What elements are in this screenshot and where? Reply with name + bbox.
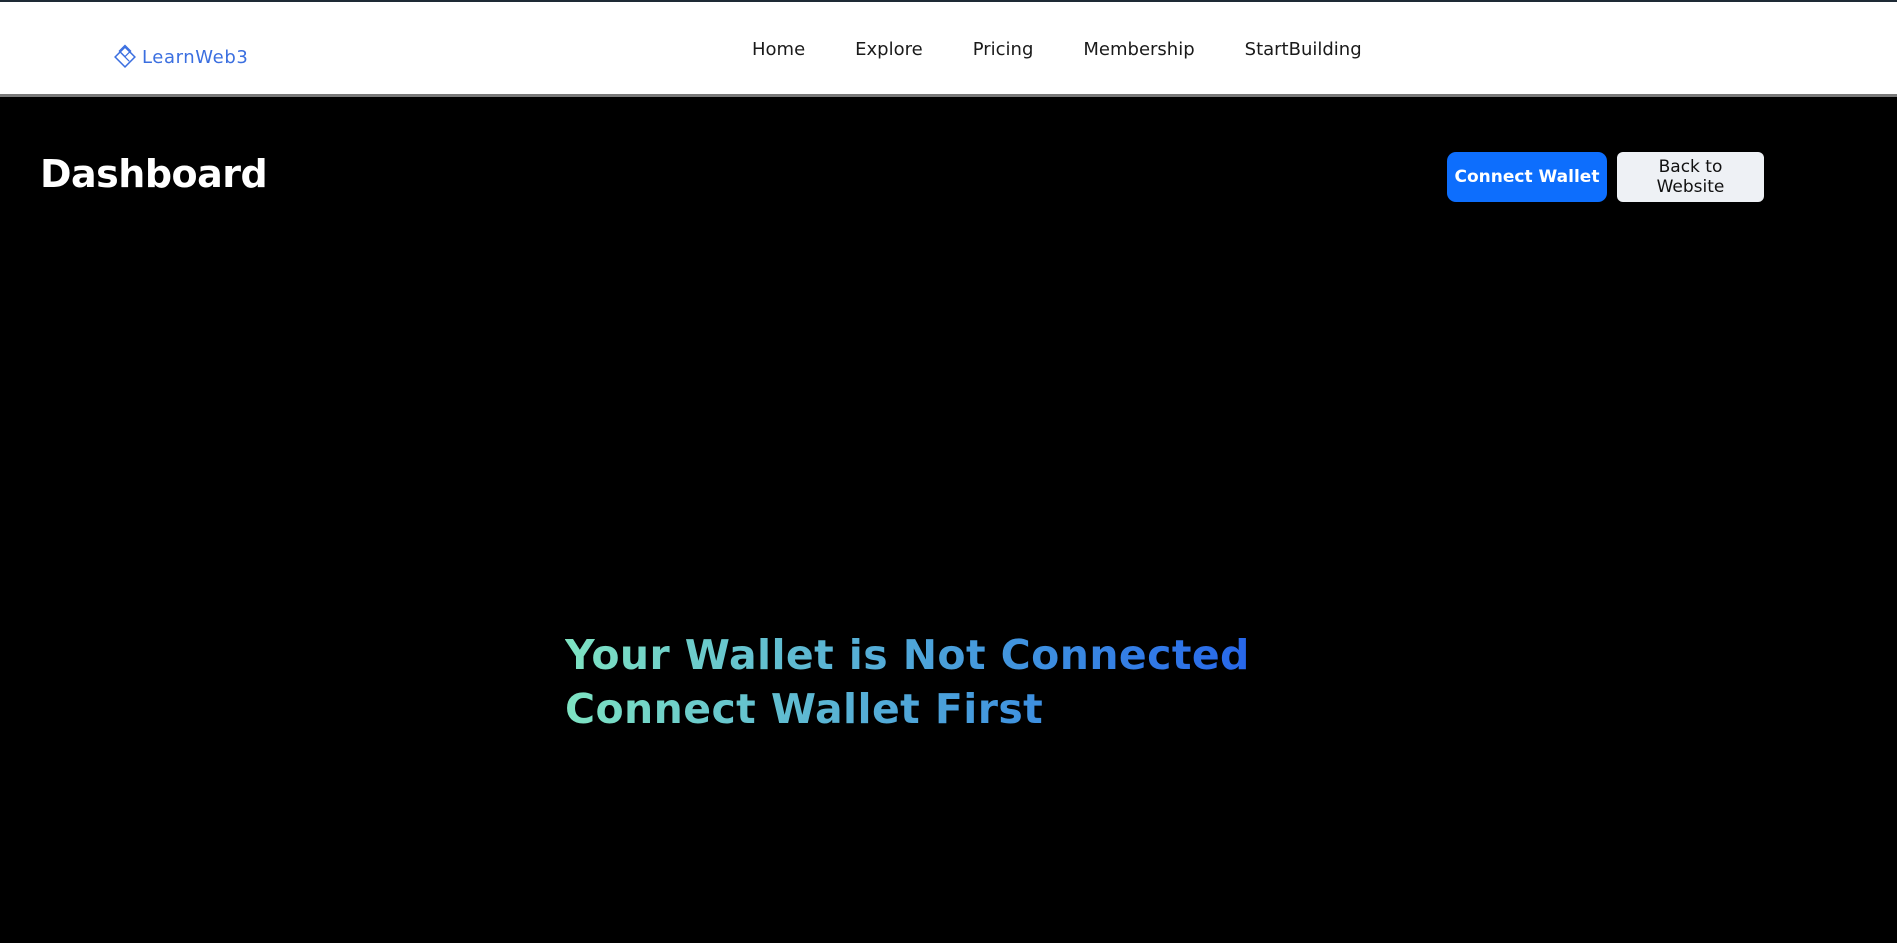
nav-link-pricing[interactable]: Pricing <box>973 39 1034 60</box>
logo-text: LearnWeb3 <box>142 46 249 68</box>
nav-link-startbuilding[interactable]: StartBuilding <box>1245 39 1362 60</box>
nav-link-explore[interactable]: Explore <box>855 39 923 60</box>
connect-wallet-button[interactable]: Connect Wallet <box>1447 152 1607 202</box>
nav-link-membership[interactable]: Membership <box>1083 39 1194 60</box>
nav-link-home[interactable]: Home <box>752 39 805 60</box>
learnweb3-diamond-icon <box>114 44 136 68</box>
page-title: Dashboard <box>40 152 268 196</box>
message-line-1: Your Wallet is Not Connected ! <box>565 631 1284 679</box>
logo-link[interactable]: LearnWeb3 <box>112 44 248 70</box>
main-nav: Home Explore Pricing Membership StartBui… <box>752 39 1362 60</box>
wallet-not-connected-message: Your Wallet is Not Connected ! Connect W… <box>565 628 1265 736</box>
message-line-2: Connect Wallet First <box>565 685 1044 733</box>
top-navbar: LearnWeb3 Home Explore Pricing Membershi… <box>0 0 1897 97</box>
back-to-website-button[interactable]: Back to Website <box>1617 152 1764 202</box>
